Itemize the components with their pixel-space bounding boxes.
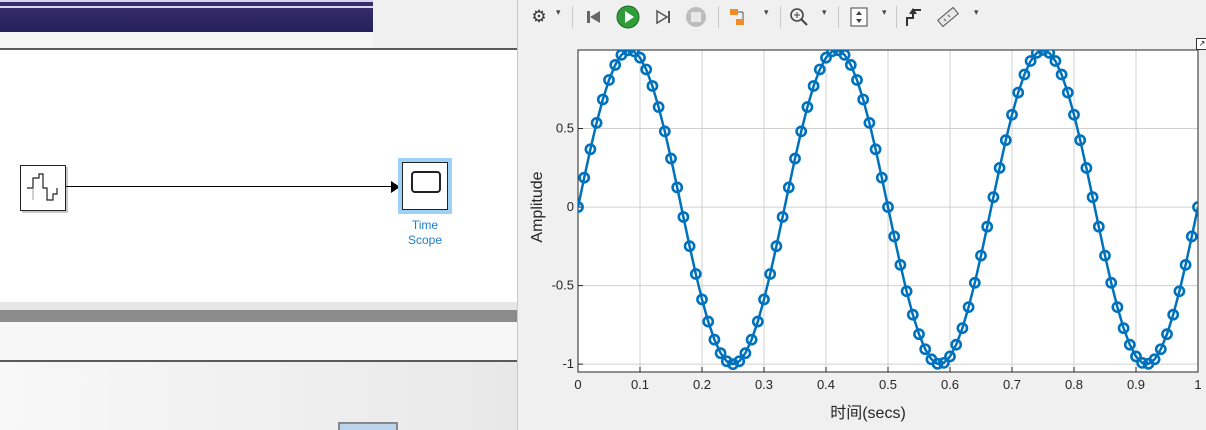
y-tick-label: -0.5 <box>552 278 574 293</box>
x-tick-label: 0.8 <box>1065 377 1083 392</box>
horizontal-scrollbar[interactable] <box>0 310 517 322</box>
title-banner <box>0 0 373 32</box>
x-tick-label: 0.5 <box>879 377 897 392</box>
editor-header-gap <box>373 0 517 48</box>
undock-icon[interactable]: ↗ <box>1196 38 1206 50</box>
partial-block[interactable] <box>338 422 398 430</box>
scope-label-line-2: Scope <box>407 233 443 247</box>
x-tick-label: 0.4 <box>817 377 835 392</box>
y-tick-label: -1 <box>562 356 574 371</box>
signal-source-block[interactable] <box>20 165 66 211</box>
y-axis-label: Amplitude <box>529 171 546 242</box>
x-tick-label: 0 <box>574 377 581 392</box>
time-scope-block[interactable] <box>398 158 452 214</box>
model-editor: Time Scope <box>0 0 517 430</box>
x-axis-label: 时间(secs) <box>830 404 906 422</box>
x-tick-label: 1 <box>1194 377 1201 392</box>
x-tick-label: 0.7 <box>1003 377 1021 392</box>
scope-plot[interactable]: 0 0.1 0.2 0.3 0.4 0.5 0.6 0.7 0.8 0.9 1 -1 -0.5 0 0.5 时… <box>518 0 1206 430</box>
x-tick-label: 0.3 <box>755 377 773 392</box>
x-tick-label: 0.2 <box>693 377 711 392</box>
secondary-canvas[interactable] <box>0 362 517 430</box>
x-tick-label: 0.6 <box>941 377 959 392</box>
scope-label-line-1: Time <box>411 218 439 232</box>
scope-screen-icon <box>411 171 441 193</box>
x-tick-label: 0.1 <box>631 377 649 392</box>
signal-line[interactable] <box>66 186 392 187</box>
time-scope-window: ⚙ ▾ ▾ ▾ ▾ ▾ 0 0.1 0.2 0.3 0.4 0.5 0.6 0.… <box>517 0 1206 430</box>
lower-panel <box>0 322 517 360</box>
x-tick-label: 0.9 <box>1127 377 1145 392</box>
y-tick-label: 0.5 <box>556 121 574 136</box>
canvas-footer <box>0 302 517 310</box>
waveform-icon <box>27 173 58 201</box>
time-scope-label: Time Scope <box>398 218 452 248</box>
y-tick-label: 0 <box>567 199 574 214</box>
